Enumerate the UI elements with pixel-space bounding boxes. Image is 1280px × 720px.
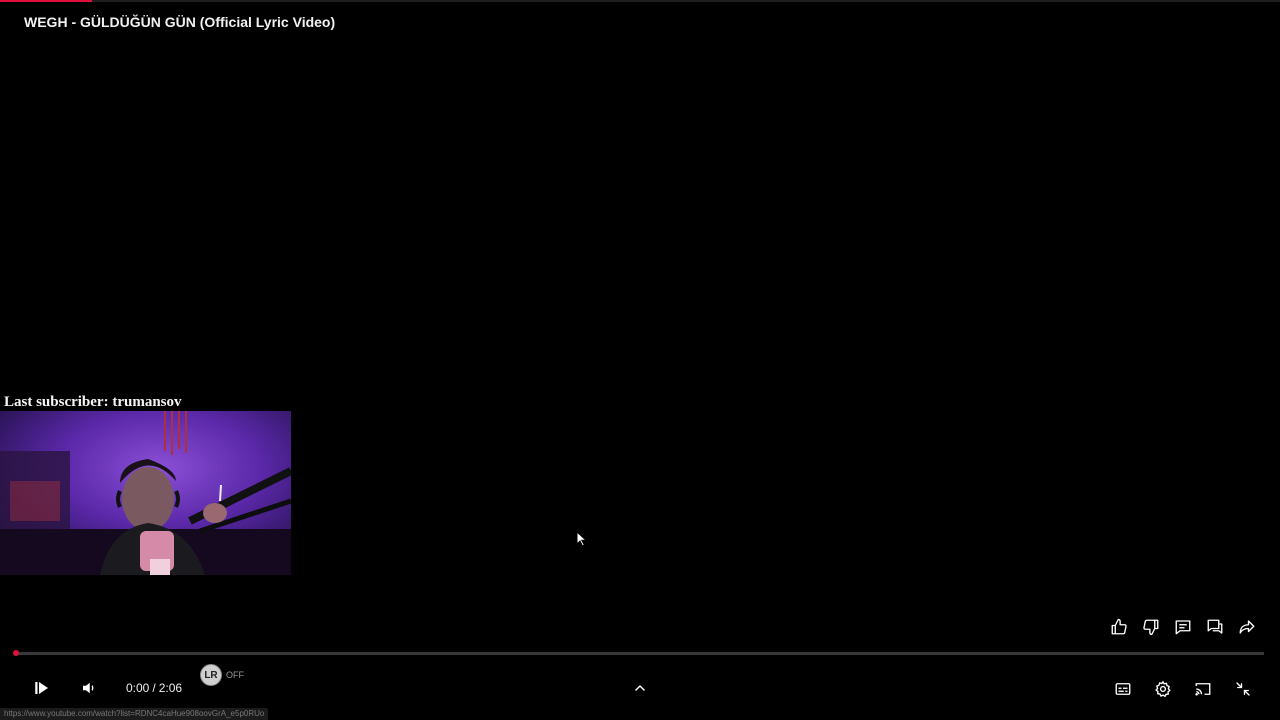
expand-button[interactable]: [632, 680, 648, 696]
video-title[interactable]: WEGH - GÜLDÜĞÜN GÜN (Official Lyric Vide…: [24, 14, 335, 30]
collapse-icon: [1236, 682, 1250, 696]
exit-fullscreen-button[interactable]: [1232, 678, 1254, 700]
dislike-button[interactable]: [1140, 616, 1162, 638]
controls-right: [1112, 678, 1254, 700]
lr-state-label: OFF: [226, 670, 244, 680]
thumb-down-icon: [1143, 619, 1159, 636]
controls-left: 0:00/2:06: [30, 676, 182, 700]
share-icon: [1239, 620, 1255, 634]
lr-toggle[interactable]: LR OFF: [200, 664, 244, 686]
volume-button[interactable]: [78, 677, 100, 699]
play-button[interactable]: [30, 676, 54, 700]
video-actions-bar: [1108, 616, 1258, 638]
cast-icon: [1195, 683, 1211, 696]
time-display: 0:00/2:06: [126, 681, 182, 695]
chevron-up-icon: [635, 685, 645, 691]
top-progress-bar: [0, 0, 1280, 2]
top-progress-fill: [0, 0, 92, 2]
mouse-cursor-icon: [576, 531, 588, 547]
share-button[interactable]: [1236, 616, 1258, 638]
gear-icon: [1155, 680, 1171, 698]
volume-icon: [83, 682, 94, 694]
current-time: 0:00: [126, 681, 150, 695]
thumb-up-icon: [1111, 618, 1127, 635]
settings-button[interactable]: [1152, 678, 1174, 700]
video-player[interactable]: WEGH - GÜLDÜĞÜN GÜN (Official Lyric Vide…: [0, 0, 1280, 720]
duration: 2:06: [158, 681, 183, 695]
seek-bar[interactable]: [16, 652, 1264, 655]
webcam-overlay: [0, 411, 291, 575]
cast-button[interactable]: [1192, 678, 1214, 700]
captions-icon: [1115, 683, 1131, 695]
last-subscriber-label: Last subscriber: trumansov: [4, 394, 182, 410]
comments-button[interactable]: [1172, 616, 1194, 638]
live-chat-button[interactable]: [1204, 616, 1226, 638]
status-bar-url: https://www.youtube.com/watch?list=RDNC4…: [0, 708, 268, 720]
comment-icon: [1175, 620, 1191, 635]
play-pause-icon: [35, 682, 48, 694]
lr-badge-icon: LR: [200, 664, 222, 686]
seek-handle[interactable]: [13, 650, 19, 656]
time-separator: /: [152, 681, 156, 695]
subtitles-button[interactable]: [1112, 678, 1134, 700]
webcam-feed-image: [0, 411, 291, 575]
chat-bubbles-icon: [1207, 619, 1223, 634]
like-button[interactable]: [1108, 616, 1130, 638]
